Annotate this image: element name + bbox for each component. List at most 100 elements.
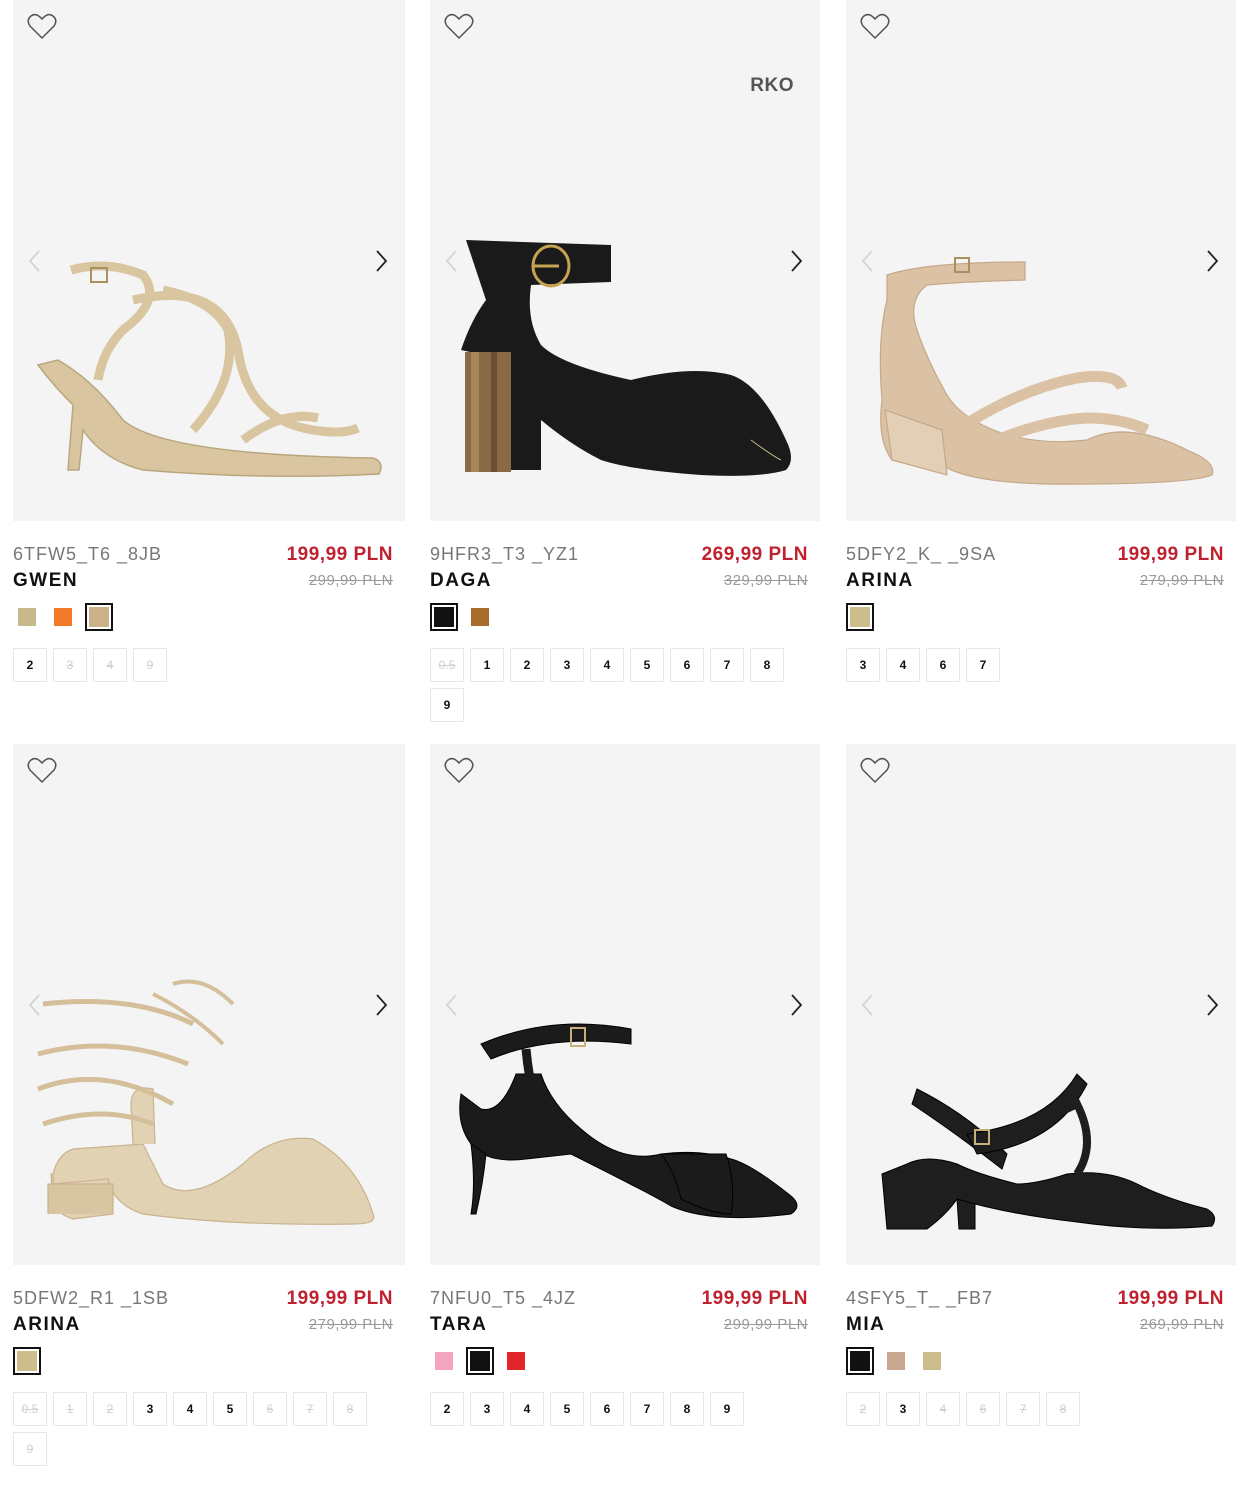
product-old-price: 269,99 PLN [1139, 1316, 1224, 1333]
product-name[interactable]: GWEN [13, 570, 78, 592]
size-option[interactable]: 7 [1006, 1392, 1040, 1426]
size-option[interactable]: 3 [886, 1392, 920, 1426]
size-option[interactable]: 4 [93, 648, 127, 682]
color-swatch[interactable] [13, 1347, 41, 1375]
chevron-right-icon[interactable] [1202, 247, 1222, 275]
size-option[interactable]: 8 [1046, 1392, 1080, 1426]
chevron-left-icon[interactable] [442, 247, 462, 275]
size-option[interactable]: 4 [510, 1392, 544, 1426]
shoe-image [37, 979, 375, 1225]
product-card[interactable]: 5DFY2_K_ _9SA ARINA 199,99 PLN 279,99 PL… [846, 0, 1236, 682]
product-price: 199,99 PLN [1117, 1288, 1224, 1309]
size-option[interactable]: 1 [470, 648, 504, 682]
color-swatch[interactable] [85, 603, 113, 631]
product-image[interactable] [13, 0, 405, 521]
size-option[interactable]: 6 [926, 648, 960, 682]
heart-icon[interactable] [860, 756, 890, 784]
size-option[interactable]: 7 [293, 1392, 327, 1426]
color-swatch[interactable] [846, 1347, 874, 1375]
size-option[interactable]: 9 [710, 1392, 744, 1426]
size-option[interactable]: 3 [133, 1392, 167, 1426]
size-option[interactable]: 1 [53, 1392, 87, 1426]
color-swatch[interactable] [846, 603, 874, 631]
size-option[interactable]: 8 [750, 648, 784, 682]
heart-icon[interactable] [444, 756, 474, 784]
product-name[interactable]: TARA [430, 1314, 487, 1336]
chevron-right-icon[interactable] [371, 991, 391, 1019]
product-info: 6TFW5_T6 _8JB GWEN 199,99 PLN 299,99 PLN [13, 541, 405, 601]
size-option[interactable]: 5 [213, 1392, 247, 1426]
product-name[interactable]: ARINA [846, 570, 914, 592]
size-option[interactable]: 7 [710, 648, 744, 682]
heart-icon[interactable] [27, 12, 57, 40]
size-option[interactable]: 5 [630, 648, 664, 682]
color-swatch[interactable] [430, 1347, 458, 1375]
chevron-left-icon[interactable] [858, 247, 878, 275]
size-option[interactable]: 2 [430, 1392, 464, 1426]
heart-icon[interactable] [860, 12, 890, 40]
size-option[interactable]: 6 [253, 1392, 287, 1426]
color-swatch[interactable] [918, 1347, 946, 1375]
chevron-right-icon[interactable] [1202, 991, 1222, 1019]
size-option[interactable]: 7 [630, 1392, 664, 1426]
color-swatch-fill [89, 607, 109, 627]
chevron-right-icon[interactable] [786, 247, 806, 275]
product-name[interactable]: ARINA [13, 1314, 81, 1336]
size-option[interactable]: 9 [13, 1432, 47, 1466]
chevron-left-icon[interactable] [442, 991, 462, 1019]
product-image[interactable] [846, 744, 1236, 1265]
product-card[interactable]: 7NFU0_T5 _4JZ TARA 199,99 PLN 299,99 PLN… [430, 744, 820, 1426]
size-option[interactable]: 8 [333, 1392, 367, 1426]
size-option[interactable]: 2 [846, 1392, 880, 1426]
product-name[interactable]: MIA [846, 1314, 885, 1336]
product-image[interactable]: RKO [430, 0, 820, 521]
color-swatch[interactable] [13, 603, 41, 631]
product-image[interactable] [846, 0, 1236, 521]
heart-icon[interactable] [27, 756, 57, 784]
chevron-left-icon[interactable] [25, 991, 45, 1019]
size-option[interactable]: 3 [53, 648, 87, 682]
size-option[interactable]: 2 [510, 648, 544, 682]
product-name[interactable]: DAGA [430, 570, 492, 592]
color-swatch-fill [17, 1351, 37, 1371]
product-image[interactable] [430, 744, 820, 1265]
size-option[interactable]: 8 [670, 1392, 704, 1426]
product-info: 4SFY5_T_ _FB7 MIA 199,99 PLN 269,99 PLN [846, 1285, 1236, 1345]
size-option[interactable]: 3 [846, 648, 880, 682]
product-card[interactable]: 5DFW2_R1 _1SB ARINA 199,99 PLN 279,99 PL… [13, 744, 405, 1466]
size-option[interactable]: 4 [590, 648, 624, 682]
color-swatch[interactable] [502, 1347, 530, 1375]
size-option[interactable]: 4 [886, 648, 920, 682]
size-option[interactable]: 6 [670, 648, 704, 682]
color-swatch[interactable] [466, 1347, 494, 1375]
size-option[interactable]: 6 [966, 1392, 1000, 1426]
size-option[interactable]: 2 [93, 1392, 127, 1426]
size-option[interactable]: 6 [590, 1392, 624, 1426]
size-option[interactable]: 0.5 [13, 1392, 47, 1426]
size-option[interactable]: 3 [550, 648, 584, 682]
chevron-left-icon[interactable] [858, 991, 878, 1019]
size-option[interactable]: 5 [550, 1392, 584, 1426]
product-card[interactable]: 4SFY5_T_ _FB7 MIA 199,99 PLN 269,99 PLN … [846, 744, 1236, 1426]
product-old-price: 279,99 PLN [308, 1316, 393, 1333]
product-info: 9HFR3_T3 _YZ1 DAGA 269,99 PLN 329,99 PLN [430, 541, 820, 601]
color-swatch[interactable] [466, 603, 494, 631]
size-option[interactable]: 9 [133, 648, 167, 682]
size-option[interactable]: 2 [13, 648, 47, 682]
chevron-right-icon[interactable] [371, 247, 391, 275]
color-swatch[interactable] [430, 603, 458, 631]
color-swatch[interactable] [49, 603, 77, 631]
product-card[interactable]: 6TFW5_T6 _8JB GWEN 199,99 PLN 299,99 PLN… [13, 0, 405, 682]
size-option[interactable]: 7 [966, 648, 1000, 682]
product-card[interactable]: RKO 9HFR3_T3 _YZ1 DAGA 269,99 PLN 329,99… [430, 0, 820, 722]
size-option[interactable]: 3 [470, 1392, 504, 1426]
product-image[interactable] [13, 744, 405, 1265]
size-option[interactable]: 9 [430, 688, 464, 722]
size-option[interactable]: 4 [173, 1392, 207, 1426]
chevron-left-icon[interactable] [25, 247, 45, 275]
size-option[interactable]: 0.5 [430, 648, 464, 682]
size-option[interactable]: 4 [926, 1392, 960, 1426]
chevron-right-icon[interactable] [786, 991, 806, 1019]
color-swatch[interactable] [882, 1347, 910, 1375]
heart-icon[interactable] [444, 12, 474, 40]
